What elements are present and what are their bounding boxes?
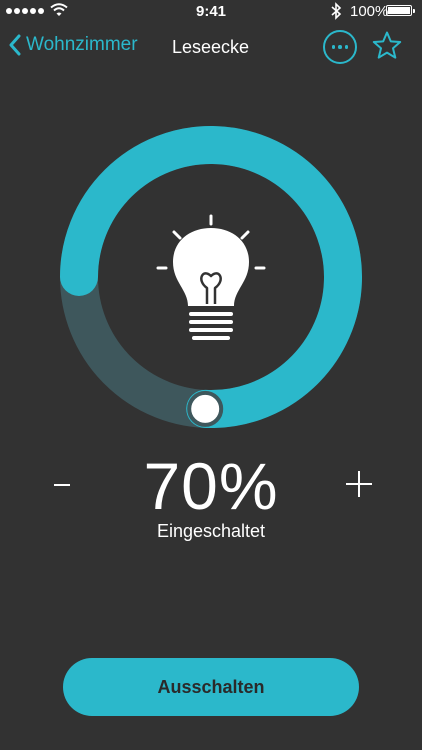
battery-icon xyxy=(386,5,415,16)
switch-off-button[interactable]: Ausschalten xyxy=(63,658,359,716)
back-button-label: Wohnzimmer xyxy=(26,34,138,55)
chevron-left-icon xyxy=(9,34,21,56)
status-bar: 9:41 100% xyxy=(0,0,422,24)
navigation-bar: Wohnzimmer Leseecke xyxy=(0,28,422,68)
brightness-controls: 70% xyxy=(0,448,422,528)
bluetooth-icon xyxy=(331,2,342,20)
lightbulb-icon xyxy=(156,214,266,340)
more-button[interactable] xyxy=(323,30,357,64)
light-state-label: Eingeschaltet xyxy=(156,521,266,541)
dial-handle[interactable] xyxy=(187,390,224,427)
increase-button[interactable] xyxy=(344,468,374,498)
page-title: Leseecke xyxy=(172,37,250,57)
brightness-dial[interactable] xyxy=(60,126,362,428)
star-icon[interactable] xyxy=(371,30,403,62)
back-button[interactable]: Wohnzimmer xyxy=(8,34,138,56)
more-icon xyxy=(331,45,336,49)
battery-percent: 100% xyxy=(350,3,389,20)
